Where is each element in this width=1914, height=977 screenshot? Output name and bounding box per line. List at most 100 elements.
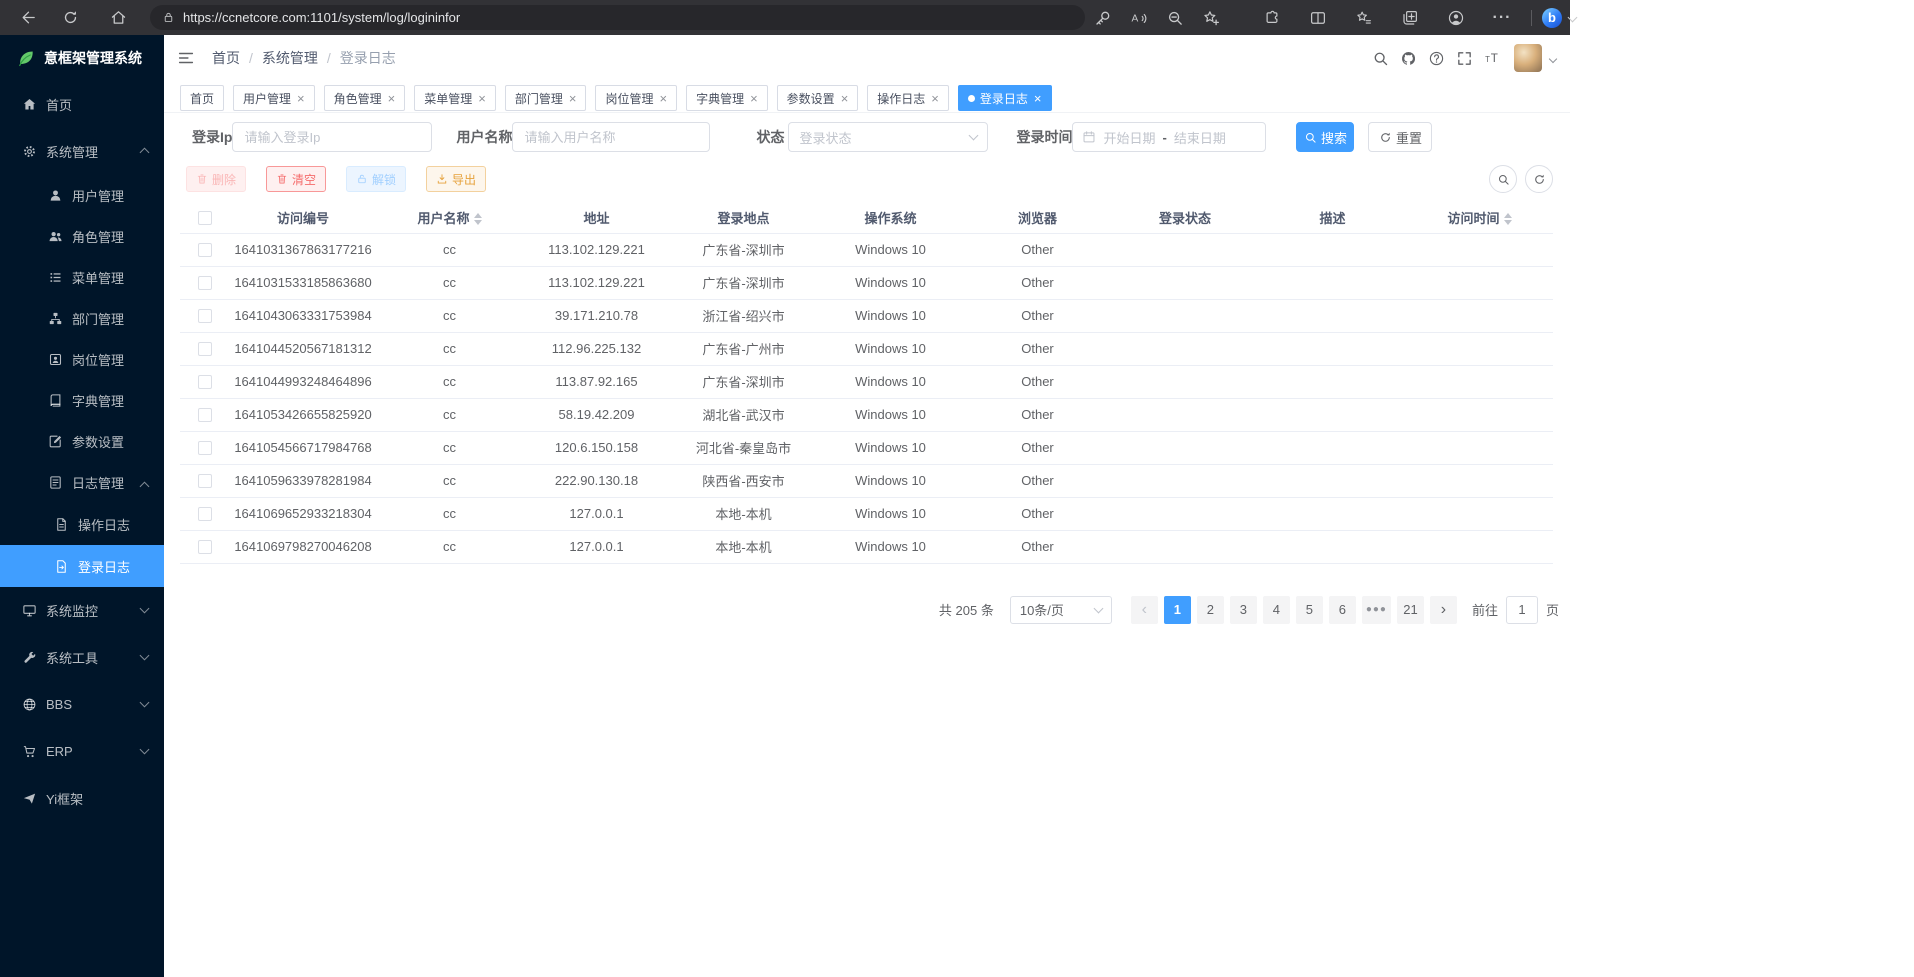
page-button[interactable]: 5 <box>1296 596 1323 624</box>
prev-page-button[interactable]: ‹ <box>1131 596 1158 624</box>
sort-icon[interactable] <box>1504 213 1512 225</box>
chevron-down-icon[interactable] <box>1550 49 1556 67</box>
export-button[interactable]: 导出 <box>426 166 486 192</box>
tab[interactable]: 角色管理× <box>324 85 406 111</box>
page-button[interactable]: 6 <box>1329 596 1356 624</box>
browser-menu-button[interactable]: ··· <box>1479 3 1525 33</box>
tab-close-icon[interactable]: × <box>569 92 577 105</box>
split-screen-button[interactable] <box>1295 3 1341 33</box>
add-favorite-button[interactable] <box>1193 3 1229 33</box>
page-button[interactable]: 3 <box>1230 596 1257 624</box>
sort-icon[interactable] <box>474 213 482 225</box>
fullscreen-button[interactable] <box>1450 44 1478 72</box>
tab-close-icon[interactable]: × <box>750 92 758 105</box>
delete-button[interactable]: 删除 <box>186 166 246 192</box>
tab[interactable]: 部门管理× <box>505 85 587 111</box>
header-search-button[interactable] <box>1366 44 1394 72</box>
tab[interactable]: 首页 <box>180 85 224 111</box>
reset-button[interactable]: 重置 <box>1368 122 1432 152</box>
extensions-button[interactable] <box>1249 3 1295 33</box>
tab-close-icon[interactable]: × <box>388 92 396 105</box>
sidebar-item[interactable]: 部门管理 <box>0 298 164 339</box>
chevron-down-icon[interactable] <box>1568 13 1578 23</box>
browser-refresh-button[interactable] <box>54 4 86 32</box>
user-name-input[interactable] <box>512 122 710 152</box>
breadcrumb-item[interactable]: 系统管理 <box>262 48 318 68</box>
row-checkbox[interactable] <box>198 408 212 422</box>
tab-close-icon[interactable]: × <box>659 92 667 105</box>
row-checkbox[interactable] <box>198 309 212 323</box>
tab-close-icon[interactable]: × <box>931 92 939 105</box>
goto-page-input[interactable] <box>1506 596 1538 624</box>
sidebar-item[interactable]: 系统工具 <box>0 634 164 681</box>
select-all-checkbox[interactable] <box>198 211 212 225</box>
tab-close-icon[interactable]: × <box>478 92 486 105</box>
row-checkbox[interactable] <box>198 507 212 521</box>
sidebar-item[interactable]: 首页 <box>0 81 164 128</box>
page-button[interactable]: 2 <box>1197 596 1224 624</box>
breadcrumb-item[interactable]: 首页 <box>212 48 240 68</box>
page-button[interactable]: 21 <box>1397 596 1424 624</box>
tab[interactable]: 操作日志× <box>867 85 949 111</box>
sidebar-item[interactable]: 岗位管理 <box>0 339 164 380</box>
sidebar-item[interactable]: BBS <box>0 681 164 728</box>
unlock-button[interactable]: 解锁 <box>346 166 406 192</box>
sidebar-item[interactable]: 菜单管理 <box>0 257 164 298</box>
font-size-button[interactable] <box>1478 44 1506 72</box>
collections-button[interactable] <box>1387 3 1433 33</box>
tab[interactable]: 用户管理× <box>233 85 315 111</box>
tab[interactable]: 登录日志× <box>958 85 1052 111</box>
password-key-button[interactable] <box>1085 3 1121 33</box>
browser-back-button[interactable] <box>12 4 44 32</box>
user-avatar[interactable] <box>1514 44 1542 72</box>
bing-copilot-button[interactable]: b <box>1542 8 1562 28</box>
column-header[interactable]: 访问时间 <box>1406 202 1553 233</box>
sidebar-item[interactable]: Yi框架 <box>0 775 164 822</box>
page-size-select[interactable]: 10条/页 <box>1010 596 1112 624</box>
tab-close-icon[interactable]: × <box>297 92 305 105</box>
sidebar-item[interactable]: 日志管理 <box>0 462 164 503</box>
login-ip-input[interactable] <box>232 122 432 152</box>
sidebar-item[interactable]: 系统监控 <box>0 587 164 634</box>
read-aloud-button[interactable] <box>1121 3 1157 33</box>
tab[interactable]: 字典管理× <box>686 85 768 111</box>
sidebar-item[interactable]: 字典管理 <box>0 380 164 421</box>
favorites-button[interactable] <box>1341 3 1387 33</box>
row-checkbox[interactable] <box>198 342 212 356</box>
column-header[interactable]: 用户名称 <box>376 202 523 233</box>
toggle-search-button[interactable] <box>1489 165 1517 193</box>
sidebar-item[interactable]: 用户管理 <box>0 175 164 216</box>
browser-profile-button[interactable] <box>1433 3 1479 33</box>
sidebar-item[interactable]: 角色管理 <box>0 216 164 257</box>
next-page-button[interactable]: › <box>1430 596 1457 624</box>
collapse-menu-button[interactable] <box>172 44 200 72</box>
tab[interactable]: 岗位管理× <box>595 85 677 111</box>
tab[interactable]: 参数设置× <box>777 85 859 111</box>
status-select[interactable]: 登录状态 <box>788 122 988 152</box>
row-checkbox[interactable] <box>198 540 212 554</box>
help-button[interactable] <box>1422 44 1450 72</box>
search-button[interactable]: 搜索 <box>1296 122 1354 152</box>
row-checkbox[interactable] <box>198 375 212 389</box>
sidebar-item[interactable]: 登录日志 <box>0 545 164 587</box>
browser-home-button[interactable] <box>102 4 134 32</box>
tab[interactable]: 菜单管理× <box>414 85 496 111</box>
page-button[interactable]: 1 <box>1164 596 1191 624</box>
sidebar-item[interactable]: 系统管理 <box>0 128 164 175</box>
sidebar-item[interactable]: 参数设置 <box>0 421 164 462</box>
address-bar[interactable]: https://ccnetcore.com:1101/system/log/lo… <box>150 5 1085 30</box>
row-checkbox[interactable] <box>198 474 212 488</box>
sidebar-item[interactable]: 操作日志 <box>0 503 164 545</box>
github-link[interactable] <box>1394 44 1422 72</box>
tab-close-icon[interactable]: × <box>841 92 849 105</box>
row-checkbox[interactable] <box>198 243 212 257</box>
sidebar-item[interactable]: ERP <box>0 728 164 775</box>
more-pages-button[interactable]: ●●● <box>1362 596 1391 624</box>
clear-button[interactable]: 清空 <box>266 166 326 192</box>
page-button[interactable]: 4 <box>1263 596 1290 624</box>
date-range-picker[interactable]: 开始日期 - 结束日期 <box>1072 122 1266 152</box>
row-checkbox[interactable] <box>198 441 212 455</box>
row-checkbox[interactable] <box>198 276 212 290</box>
refresh-table-button[interactable] <box>1525 165 1553 193</box>
tab-close-icon[interactable]: × <box>1034 92 1042 105</box>
